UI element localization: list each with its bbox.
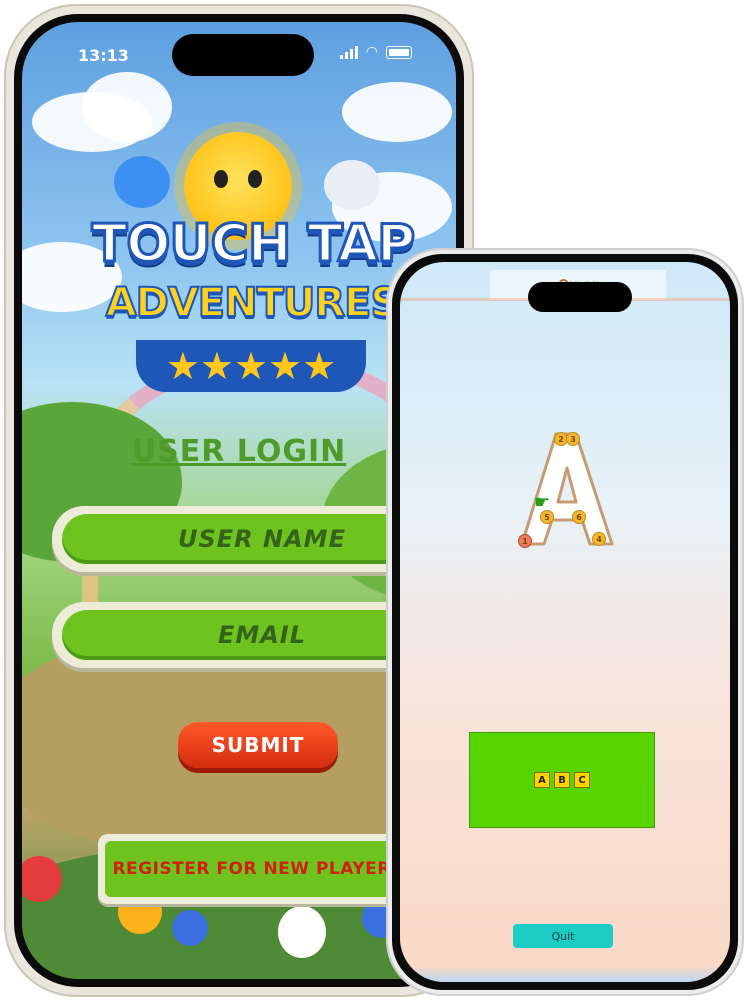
tracing-screen: Ou er 2 3 4 5 6 1 ☛ A B C Quit (400, 262, 730, 982)
cloud (82, 72, 172, 142)
dynamic-island (528, 282, 632, 312)
status-icons: ◠ (339, 44, 412, 60)
tracing-phone-frame: Ou er 2 3 4 5 6 1 ☛ A B C Quit (386, 248, 744, 996)
eye (214, 170, 228, 188)
dynamic-island (172, 34, 314, 76)
stroke-point: 3 (566, 432, 580, 446)
battery-icon (386, 45, 412, 59)
cloud (342, 82, 452, 142)
answer-option-b[interactable]: B (554, 772, 570, 788)
answer-option-c[interactable]: C (574, 772, 590, 788)
bottom-edge (400, 966, 730, 982)
logo-stars: ★★★★★ (136, 340, 366, 392)
white-bird-icon (324, 160, 380, 210)
stroke-point: 6 (572, 510, 586, 524)
stroke-point: 4 (592, 532, 606, 546)
status-time: 13:13 (78, 46, 129, 65)
stroke-point-start: 1 (518, 534, 532, 548)
answer-panel: A B C (469, 732, 655, 828)
submit-button[interactable]: SUBMIT (178, 722, 338, 768)
wifi-icon: ◠ (365, 44, 378, 60)
flower (172, 910, 208, 946)
register-button-label: REGISTER FOR NEW PLAYERS (105, 841, 411, 897)
blue-bird-icon (114, 156, 170, 208)
signal-icon (339, 45, 358, 59)
eye (248, 170, 262, 188)
logo-title-line1: TOUCH TAP (90, 213, 416, 276)
bunny (278, 906, 326, 958)
register-button[interactable]: REGISTER FOR NEW PLAYERS (98, 834, 418, 904)
letter-tracing-area[interactable]: 2 3 4 5 6 1 ☛ (504, 428, 634, 554)
pointing-hand-icon: ☛ (534, 492, 551, 513)
answer-option-a[interactable]: A (534, 772, 550, 788)
logo-title-line2: ADVENTURES (105, 279, 401, 327)
quit-button[interactable]: Quit (513, 924, 613, 948)
